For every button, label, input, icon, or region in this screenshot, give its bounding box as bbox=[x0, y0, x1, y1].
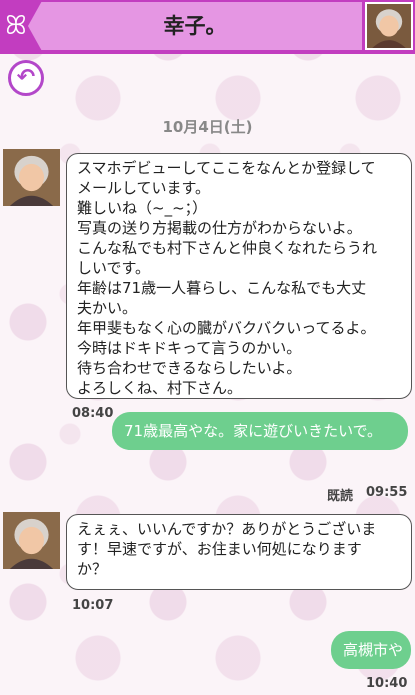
avatar-photo bbox=[3, 512, 60, 569]
read-receipt: 既読 bbox=[327, 489, 354, 504]
incoming-message-bubble: スマホデビューしてここをなんとか登録して メールしています。 難しいね（~_~；… bbox=[66, 153, 412, 399]
message-time: 10:07 bbox=[72, 598, 114, 613]
incoming-message-bubble: えぇぇ、いいんですか？ありがとうございま す！早速ですが、お住まい何処になります… bbox=[66, 514, 412, 590]
back-button[interactable]: ↶ bbox=[8, 60, 44, 96]
message-time: 09:55 bbox=[366, 485, 408, 500]
avatar-photo bbox=[3, 149, 60, 206]
sender-avatar[interactable] bbox=[3, 149, 60, 206]
message-time: 08:40 bbox=[72, 406, 114, 421]
date-separator: 10月4日(土) bbox=[162, 118, 253, 136]
ribbon-logo-icon: ꕤ bbox=[5, 11, 27, 41]
message-time: 10:40 bbox=[366, 676, 408, 691]
outgoing-message-bubble: 71歳最高やな。家に遊びいきたいで。 bbox=[112, 412, 408, 450]
header-avatar[interactable] bbox=[365, 2, 413, 50]
outgoing-message-bubble: 高槻市や bbox=[331, 631, 411, 669]
header-title-banner: 幸子。 bbox=[28, 2, 362, 50]
avatar-photo bbox=[367, 4, 411, 48]
app-header: ꕤ 幸子。 bbox=[0, 0, 415, 54]
contact-name: 幸子。 bbox=[163, 14, 227, 38]
sender-avatar[interactable] bbox=[3, 512, 60, 569]
